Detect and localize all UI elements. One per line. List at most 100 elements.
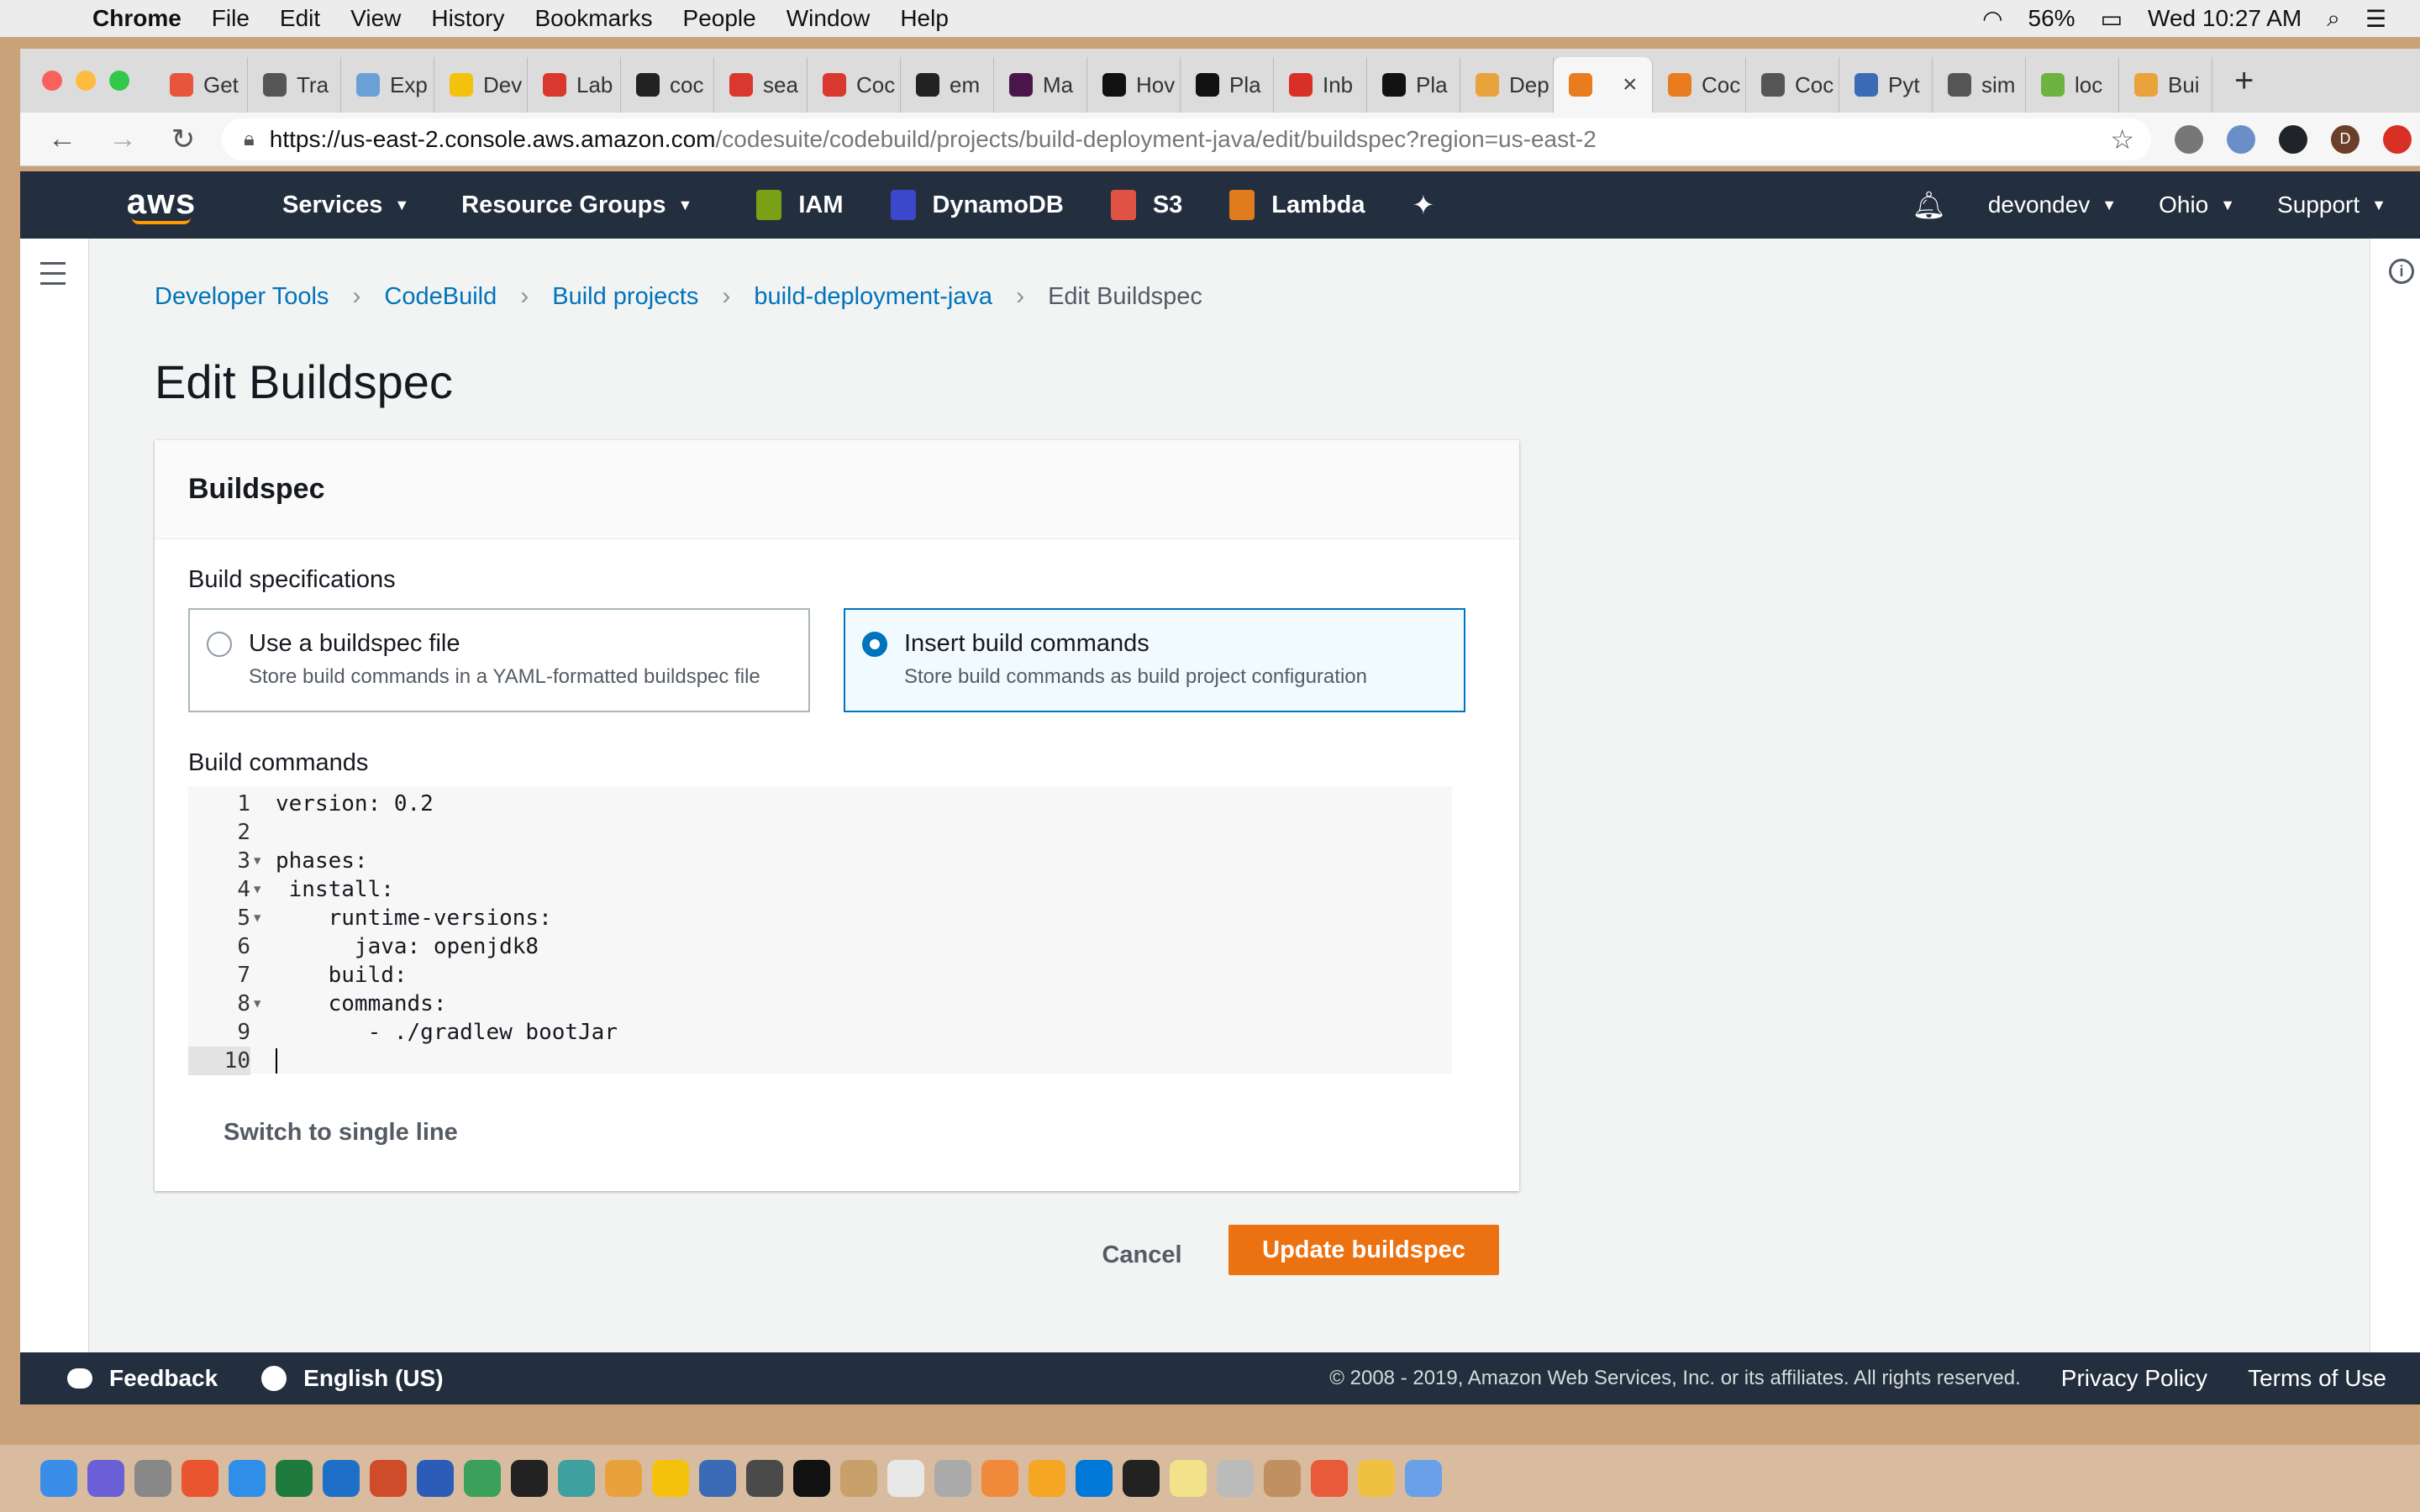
dock-app-icon[interactable]	[276, 1460, 313, 1497]
dock-app-icon[interactable]	[417, 1460, 454, 1497]
services-menu[interactable]: Services ▼	[282, 192, 409, 219]
dock-app-icon[interactable]	[652, 1460, 689, 1497]
browser-tab[interactable]: Pyt	[1839, 57, 1933, 113]
breadcrumb-codebuild[interactable]: CodeBuild	[384, 283, 497, 311]
dock-app-icon[interactable]	[87, 1460, 124, 1497]
code-line[interactable]: 5 ▼ runtime-versions:	[188, 904, 1452, 932]
dock-app-icon[interactable]	[981, 1460, 1018, 1497]
extension-1password-icon[interactable]	[2227, 124, 2255, 154]
dock-app-icon[interactable]	[1123, 1460, 1160, 1497]
clock[interactable]: Wed 10:27 AM	[2148, 5, 2302, 32]
dock-app-icon[interactable]	[1217, 1460, 1254, 1497]
menu-people[interactable]: People	[683, 5, 756, 32]
new-tab-button[interactable]: +	[2234, 62, 2254, 100]
bell-icon[interactable]: 🔔︎	[1912, 189, 1946, 221]
radio-use-buildspec-file[interactable]	[207, 632, 232, 657]
extension-react-devtools-icon[interactable]	[2279, 124, 2307, 154]
code-line[interactable]: 2	[188, 818, 1452, 847]
notification-center-icon[interactable]: ☰	[2365, 5, 2386, 33]
dock-app-icon[interactable]	[323, 1460, 360, 1497]
dock-app-icon[interactable]	[1405, 1460, 1442, 1497]
browser-tab[interactable]: Bui	[2119, 57, 2212, 113]
feedback-link[interactable]: Feedback	[67, 1365, 218, 1392]
zoom-window-button[interactable]	[109, 71, 129, 91]
wifi-icon[interactable]: ◠	[1982, 5, 2002, 33]
resource-groups-menu[interactable]: Resource Groups ▼	[461, 192, 692, 219]
menu-bookmarks[interactable]: Bookmarks	[534, 5, 652, 32]
dock-app-icon[interactable]	[793, 1460, 830, 1497]
dock-app-icon[interactable]	[1264, 1460, 1301, 1497]
code-line[interactable]: 4 ▼ install:	[188, 875, 1452, 904]
back-arrow-icon[interactable]: ←	[44, 123, 81, 155]
dock-app-icon[interactable]	[1170, 1460, 1207, 1497]
dock-app-icon[interactable]	[182, 1460, 218, 1497]
browser-tab[interactable]: Ma	[994, 57, 1087, 113]
menu-edit[interactable]: Edit	[280, 5, 320, 32]
dock-app-icon[interactable]	[887, 1460, 924, 1497]
browser-tab[interactable]: em	[901, 57, 994, 113]
close-window-button[interactable]	[42, 71, 62, 91]
browser-tab[interactable]: sim	[1933, 57, 2026, 113]
browser-tab[interactable]: Get	[155, 57, 248, 113]
dock-app-icon[interactable]	[464, 1460, 501, 1497]
battery-percent[interactable]: 56%	[2028, 5, 2075, 32]
address-bar[interactable]: 🔒︎ https://us-east-2.console.aws.amazon.…	[222, 118, 2151, 160]
dock-app-icon[interactable]	[1358, 1460, 1395, 1497]
minimize-window-button[interactable]	[76, 71, 96, 91]
battery-icon[interactable]: ▭	[2101, 5, 2123, 33]
pinned-dynamodb[interactable]: DynamoDB	[890, 190, 1064, 220]
menu-file[interactable]: File	[212, 5, 250, 32]
build-commands-code-editor[interactable]: 1 version: 0.2 2 3 ▼ phases: 4 ▼ install: 5 ▼ run…	[188, 786, 1452, 1075]
dock-app-icon[interactable]	[746, 1460, 783, 1497]
cancel-button[interactable]: Cancel	[1071, 1230, 1213, 1280]
dock-app-icon[interactable]	[229, 1460, 266, 1497]
browser-tab[interactable]: Exp	[341, 57, 434, 113]
pinned-iam[interactable]: IAM	[756, 190, 844, 220]
bookmark-star-icon[interactable]: ☆	[2110, 123, 2134, 155]
extension-aea-icon[interactable]	[2175, 124, 2203, 154]
menu-history[interactable]: History	[431, 5, 504, 32]
info-icon[interactable]: i	[2389, 259, 2414, 284]
browser-tab[interactable]: Coc	[808, 57, 901, 113]
language-selector[interactable]: English (US)	[218, 1365, 444, 1392]
browser-tab[interactable]: coc	[621, 57, 714, 113]
code-line[interactable]: 6 java: openjdk8	[188, 932, 1452, 961]
code-line[interactable]: 8 ▼ commands:	[188, 990, 1452, 1018]
browser-tab[interactable]: Pla	[1367, 57, 1460, 113]
browser-tab[interactable]: Lab	[528, 57, 621, 113]
dock-app-icon[interactable]	[1076, 1460, 1113, 1497]
browser-tab[interactable]: Inb	[1274, 57, 1367, 113]
browser-tab[interactable]: loc	[2026, 57, 2119, 113]
aws-logo[interactable]: aws	[121, 184, 202, 224]
dock-app-icon[interactable]	[1028, 1460, 1065, 1497]
dock-app-icon[interactable]	[511, 1460, 548, 1497]
pinned-s3[interactable]: S3	[1110, 190, 1182, 220]
browser-tab[interactable]: Dev	[434, 57, 528, 113]
dock-app-icon[interactable]	[1311, 1460, 1348, 1497]
spotlight-search-icon[interactable]: ⌕	[2327, 5, 2340, 33]
menu-help[interactable]: Help	[900, 5, 949, 32]
radio-insert-build-commands[interactable]	[862, 632, 887, 657]
browser-tab[interactable]: Coc	[1653, 57, 1746, 113]
dock-app-icon[interactable]	[840, 1460, 877, 1497]
browser-tab[interactable]: sea	[714, 57, 808, 113]
region-menu[interactable]: Ohio ▼	[2159, 192, 2235, 218]
hamburger-menu-icon[interactable]	[40, 262, 66, 292]
code-line[interactable]: 7 build:	[188, 961, 1452, 990]
fold-toggle-icon[interactable]: ▼	[254, 875, 260, 904]
close-tab-icon[interactable]: ×	[1623, 71, 1638, 99]
code-line[interactable]: 10	[188, 1047, 1452, 1075]
browser-tab[interactable]: Coc	[1746, 57, 1839, 113]
dock-app-icon[interactable]	[699, 1460, 736, 1497]
code-line[interactable]: 1 version: 0.2	[188, 790, 1452, 818]
dock-app-icon[interactable]	[134, 1460, 171, 1497]
browser-tab[interactable]: Tra	[248, 57, 341, 113]
option-insert-build-commands[interactable]: Insert build commands Store build comman…	[844, 608, 1465, 712]
extension-update-icon[interactable]	[2383, 124, 2412, 154]
dock-app-icon[interactable]	[40, 1460, 77, 1497]
fold-toggle-icon[interactable]: ▼	[254, 904, 260, 932]
profile-avatar[interactable]: D	[2331, 124, 2360, 154]
dock-app-icon[interactable]	[934, 1460, 971, 1497]
update-buildspec-button[interactable]: Update buildspec	[1228, 1225, 1499, 1275]
lock-icon[interactable]: 🔒︎	[244, 128, 255, 151]
